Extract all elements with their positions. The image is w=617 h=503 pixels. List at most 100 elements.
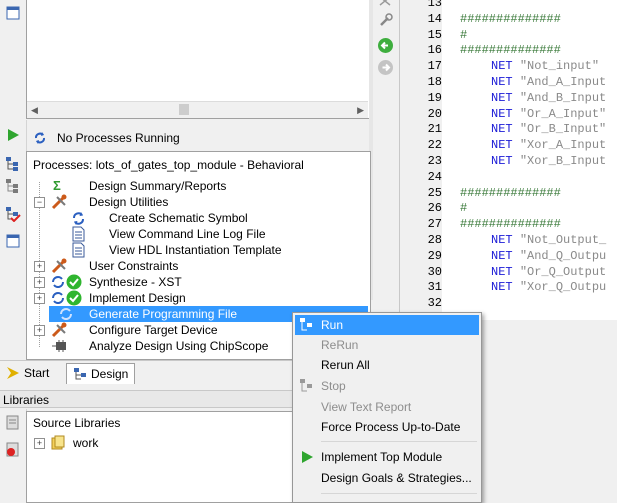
line-number: 32 xyxy=(427,296,442,311)
menu-item-force-up-to-date[interactable]: Force Process Up-to-Date xyxy=(295,417,479,437)
library-folder-icon xyxy=(51,435,65,450)
processes-title: Processes: lots_of_gates_top_module - Be… xyxy=(33,158,304,172)
wrench-icon[interactable] xyxy=(378,12,394,31)
code-editor[interactable]: 13 14 15 16 17 18 19 20 21 22 23 24 25 26 27 28 29 30 31 32… xyxy=(399,0,617,320)
run-process-button[interactable] xyxy=(6,128,20,145)
scrollbar-thumb[interactable] xyxy=(179,104,189,115)
line-number: 17 xyxy=(427,59,442,74)
string-literal: "Or_B_Input" xyxy=(519,122,607,137)
process-item-design-summary[interactable]: Σ Design Summary/Reports xyxy=(27,178,368,194)
tab-start[interactable]: Start xyxy=(0,363,55,383)
code-line: NET "And_A_Input xyxy=(491,75,606,89)
cut-icon[interactable] xyxy=(378,0,392,10)
editor-side-toolbar xyxy=(373,0,398,300)
play-icon xyxy=(8,129,19,141)
line-number: 26 xyxy=(427,201,442,216)
code-line: # xyxy=(460,27,468,42)
tools-icon xyxy=(51,258,67,274)
string-literal: "Xor_B_Input xyxy=(519,154,607,168)
hierarchy-stop-icon xyxy=(6,179,18,193)
keyword: NET xyxy=(491,233,513,247)
menu-label: Force Process Up-to-Date xyxy=(321,420,461,434)
window-icon xyxy=(6,234,20,248)
menu-item-design-goals[interactable]: Design Goals & Strategies... xyxy=(295,468,479,488)
scroll-right-icon[interactable]: ▶ xyxy=(357,105,364,116)
process-item-implement-design[interactable]: + Implement Design xyxy=(27,290,368,306)
line-number: 30 xyxy=(427,264,442,279)
string-literal: "And_Q_Outpu xyxy=(519,248,607,263)
process-label: Design Summary/Reports xyxy=(89,179,227,193)
process-panel-toggle[interactable] xyxy=(6,234,20,251)
window-icon xyxy=(6,6,20,20)
forward-arrow-icon[interactable] xyxy=(377,59,394,79)
refresh-icon xyxy=(52,292,64,304)
line-number: 23 xyxy=(427,154,442,168)
library-label: work xyxy=(73,436,99,450)
stop-process-button[interactable] xyxy=(5,178,21,197)
process-item-user-constraints[interactable]: + User Constraints xyxy=(27,258,368,274)
expand-icon[interactable]: + xyxy=(34,293,45,304)
process-item-synthesize-xst[interactable]: + Synthesize - XST xyxy=(27,274,368,290)
status-text: No Processes Running xyxy=(57,131,180,145)
process-label: View Command Line Log File xyxy=(109,227,266,241)
code-line: ############## xyxy=(460,11,561,26)
run-selected-button[interactable] xyxy=(5,156,21,175)
process-item-design-utilities[interactable]: − Design Utilities xyxy=(27,194,368,210)
expand-icon[interactable]: + xyxy=(34,325,45,336)
keyword: NET xyxy=(491,59,513,74)
line-number: 18 xyxy=(427,75,442,89)
menu-label: Implement Top Module xyxy=(321,450,443,464)
expand-icon[interactable]: + xyxy=(34,438,45,449)
string-literal: "Xor_A_Input xyxy=(519,138,607,153)
process-label: Analyze Design Using ChipScope xyxy=(89,339,269,353)
process-label: Configure Target Device xyxy=(89,323,218,337)
library-item-work[interactable]: + work xyxy=(27,435,227,451)
code-line: NET "Xor_B_Input xyxy=(491,154,606,168)
code-line: # xyxy=(460,201,468,216)
process-toolbar xyxy=(0,120,27,358)
line-number: 13 xyxy=(427,0,442,10)
string-literal: "Xor_Q_Outpu xyxy=(519,280,607,295)
horizontal-scrollbar[interactable]: ◀ ▶ xyxy=(27,101,368,118)
line-number: 28 xyxy=(427,233,442,247)
process-label: View HDL Instantiation Template xyxy=(109,243,282,257)
code-line: NET "Xor_A_Input xyxy=(491,138,606,152)
string-literal: "Not_input" xyxy=(519,59,600,74)
menu-item-run[interactable]: Run xyxy=(295,315,479,335)
process-item-view-command-line-log[interactable]: View Command Line Log File xyxy=(27,226,368,242)
menu-item-view-text-report[interactable]: View Text Report xyxy=(295,397,479,417)
code-line: NET "Not_Output_ xyxy=(491,233,606,247)
document-icon xyxy=(72,242,85,258)
menu-item-rerun-all[interactable]: Rerun All xyxy=(295,355,479,375)
process-item-create-schematic-symbol[interactable]: Create Schematic Symbol xyxy=(27,210,368,226)
process-status-bar: No Processes Running xyxy=(26,126,369,150)
line-number: 20 xyxy=(427,106,442,121)
collapse-icon[interactable]: − xyxy=(34,197,45,208)
process-item-view-hdl-template[interactable]: View HDL Instantiation Template xyxy=(27,242,368,258)
panel-toggle-button[interactable] xyxy=(4,4,22,22)
menu-separator xyxy=(321,493,477,494)
library-view-button[interactable] xyxy=(5,414,21,433)
tab-design[interactable]: Design xyxy=(66,363,136,384)
chipscope-icon xyxy=(52,340,66,352)
menu-item-stop[interactable]: Stop xyxy=(295,376,479,396)
expand-icon[interactable]: + xyxy=(34,261,45,272)
green-check-icon xyxy=(66,290,82,306)
menu-item-implement-top-module[interactable]: Implement Top Module xyxy=(295,447,479,467)
menu-label: Stop xyxy=(321,379,346,393)
expand-icon[interactable]: + xyxy=(34,277,45,288)
hierarchy-check-icon xyxy=(6,207,21,223)
back-arrow-icon[interactable] xyxy=(377,37,394,57)
check-process-button[interactable] xyxy=(5,206,21,225)
process-label: Design Utilities xyxy=(89,195,169,209)
refresh-icon xyxy=(35,132,45,144)
run-icon xyxy=(300,318,312,331)
library-remove-button[interactable] xyxy=(5,441,21,460)
scroll-left-icon[interactable]: ◀ xyxy=(31,105,38,116)
code-line: NET "And_Q_Outpu xyxy=(491,249,606,263)
string-literal: "Or_A_Input" xyxy=(519,106,607,121)
line-number: 21 xyxy=(427,122,442,137)
hierarchy-run-icon xyxy=(6,157,18,171)
menu-item-rerun[interactable]: ReRun xyxy=(295,335,479,355)
line-number: 31 xyxy=(427,280,442,295)
